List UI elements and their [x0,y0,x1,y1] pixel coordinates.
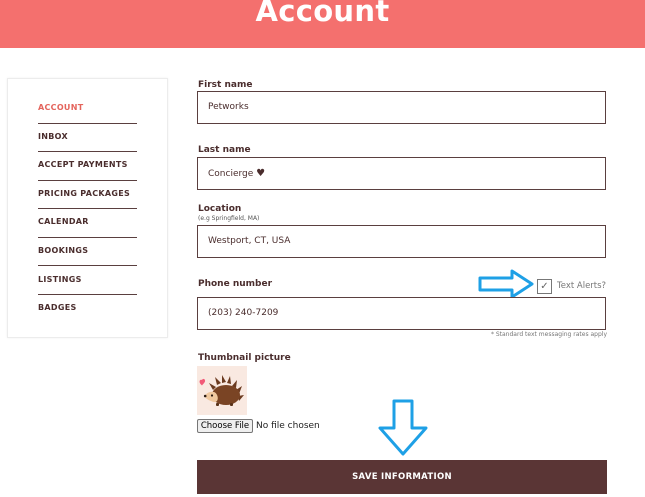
phone-value: (203) 240-7209 [208,308,279,318]
sidebar-item-listings[interactable]: LISTINGS [38,266,145,294]
text-alerts-label: Text Alerts? [557,281,607,291]
last-name-field[interactable]: Concierge ♥ [197,157,606,190]
save-information-button[interactable]: SAVE INFORMATION [197,460,607,494]
hedgehog-icon [199,375,244,406]
arrow-right-icon [478,269,534,299]
sidebar-item-badges[interactable]: BADGES [38,294,145,322]
file-status-text: No file chosen [256,421,320,431]
sidebar-item-inbox[interactable]: INBOX [38,123,145,151]
location-value: Westport, CT, USA [208,236,291,246]
choose-file-button[interactable]: Choose File [197,419,253,433]
location-hint: (e.g Springfield, MA) [198,215,260,222]
page-title: Account [255,0,390,28]
checkmark-icon: ✓ [540,281,549,292]
location-label: Location [198,204,242,214]
sidebar-item-account[interactable]: ACCOUNT [38,94,145,122]
arrow-down-icon [378,399,428,456]
text-alerts-checkbox[interactable]: ✓ [537,279,552,294]
first-name-value: Petworks [208,102,249,112]
thumbnail-image [197,366,247,415]
phone-label: Phone number [198,279,273,289]
last-name-value: Concierge [208,169,254,179]
first-name-label: First name [198,80,253,90]
location-field[interactable]: Westport, CT, USA [197,225,606,258]
sidebar-item-pricing-packages[interactable]: PRICING PACKAGES [38,180,145,208]
sms-disclaimer: * Standard text messaging rates apply [490,331,607,338]
sidebar-nav: ACCOUNT INBOX ACCEPT PAYMENTS PRICING PA… [7,78,168,338]
first-name-field[interactable]: Petworks [197,91,606,124]
page-header: Account [0,0,645,48]
heart-icon: ♥ [256,168,266,179]
sidebar-item-accept-payments[interactable]: ACCEPT PAYMENTS [38,151,145,179]
thumbnail-label: Thumbnail picture [198,353,291,363]
last-name-label: Last name [198,145,251,155]
phone-field[interactable]: (203) 240-7209 [197,297,606,330]
sidebar-item-calendar[interactable]: CALENDAR [38,208,145,236]
sidebar-item-bookings[interactable]: BOOKINGS [38,237,145,265]
